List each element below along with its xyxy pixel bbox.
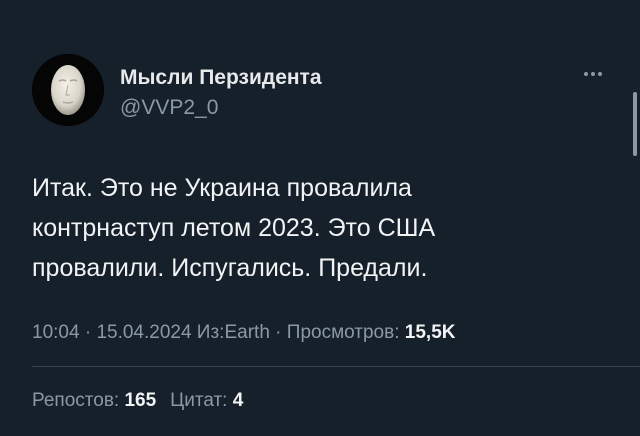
tweet-time[interactable]: 10:04 bbox=[32, 322, 80, 343]
tweet-text-line: Итак. Это не Украина провалила bbox=[32, 174, 412, 202]
tweet-meta: 10:04 · 15.04.2024 Из:Earth · Просмотров… bbox=[32, 322, 455, 344]
dot bbox=[598, 72, 602, 76]
author-display-name[interactable]: Мысли Перзидента bbox=[120, 66, 322, 90]
dot bbox=[584, 72, 588, 76]
tweet-text-line: провалили. Испугались. Предали. bbox=[32, 254, 428, 282]
scrollbar[interactable] bbox=[633, 92, 637, 156]
quotes-stat[interactable]: Цитат: 4 bbox=[170, 390, 243, 411]
meta-separator: · bbox=[269, 322, 287, 343]
avatar[interactable] bbox=[32, 54, 104, 126]
quotes-count: 4 bbox=[232, 390, 244, 411]
dot bbox=[591, 72, 595, 76]
divider bbox=[32, 366, 640, 367]
tweet: Мысли Перзидента @VVP2_0 Итак. Это не Ук… bbox=[0, 0, 640, 436]
more-options-icon[interactable] bbox=[578, 62, 608, 86]
tweet-source: Earth bbox=[224, 322, 270, 343]
source-prefix: Из: bbox=[191, 322, 225, 343]
meta-separator: · bbox=[79, 322, 97, 343]
quotes-label: Цитат: bbox=[170, 390, 233, 411]
tweet-stats: Репостов: 165 Цитат: 4 bbox=[32, 390, 243, 412]
views-label: Просмотров: bbox=[286, 322, 405, 343]
reposts-stat[interactable]: Репостов: 165 bbox=[32, 390, 156, 411]
author-handle[interactable]: @VVP2_0 bbox=[120, 96, 218, 120]
tweet-date[interactable]: 15.04.2024 bbox=[96, 322, 191, 343]
tweet-text: Итак. Это не Украина провалила контрнаст… bbox=[32, 168, 592, 288]
reposts-label: Репостов: bbox=[32, 390, 125, 411]
reposts-count: 165 bbox=[124, 390, 157, 411]
avatar-image bbox=[32, 54, 104, 126]
tweet-text-line: контрнаступ летом 2023. Это США bbox=[32, 214, 436, 242]
views-count: 15,5K bbox=[404, 322, 456, 343]
